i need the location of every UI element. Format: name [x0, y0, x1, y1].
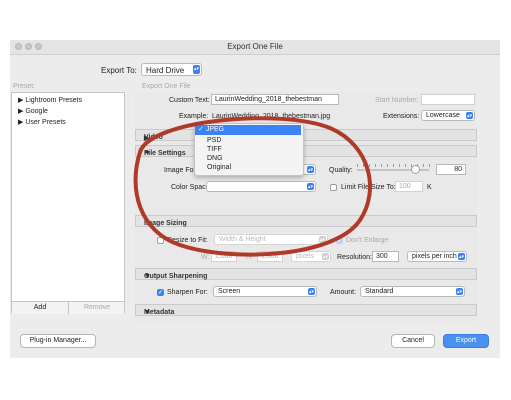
annotation-ellipse: [133, 116, 372, 257]
annotation-ellipse-stroke: [133, 116, 372, 257]
